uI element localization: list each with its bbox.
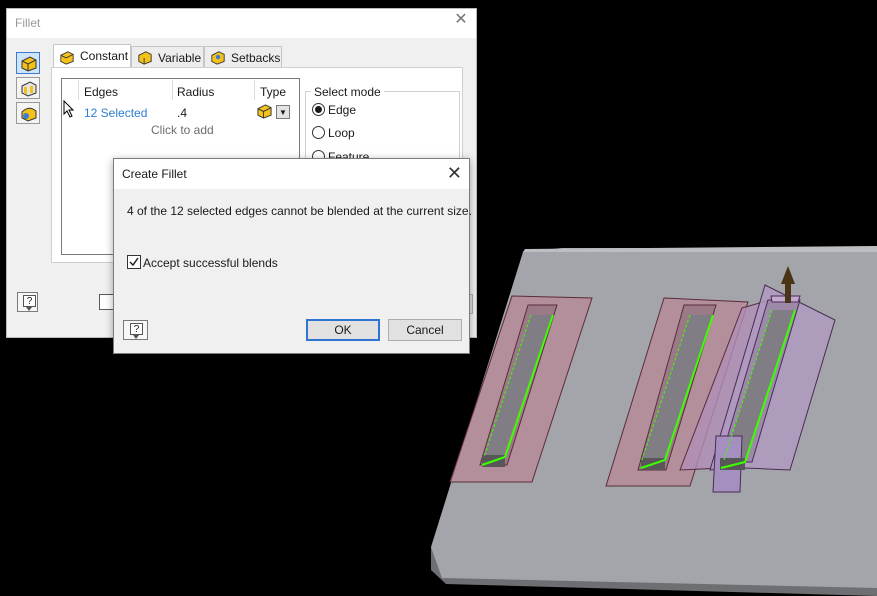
tab-setbacks-label: Setbacks xyxy=(231,51,281,65)
warning-message: 4 of the 12 selected edges cannot be ble… xyxy=(127,204,472,218)
accept-blends-checkbox[interactable] xyxy=(127,255,141,269)
mouse-cursor-icon xyxy=(63,100,75,118)
edge-fillet-icon xyxy=(21,56,37,72)
type-column-header: Type xyxy=(260,85,287,99)
full-round-fillet-icon xyxy=(21,107,37,122)
radio-edge[interactable] xyxy=(312,103,325,116)
variable-fillet-icon xyxy=(138,51,152,65)
accept-blends-label[interactable]: Accept successful blends xyxy=(143,256,278,270)
create-fillet-titlebar: Create Fillet ✕ xyxy=(114,159,469,189)
tangent-fillet-icon xyxy=(257,104,272,119)
edges-column-header: Edges xyxy=(84,85,119,99)
radio-edge-label: Edge xyxy=(328,103,357,117)
help-icon: ? xyxy=(130,323,143,335)
cancel-button[interactable]: Cancel xyxy=(388,319,462,341)
radio-loop[interactable] xyxy=(312,126,325,139)
close-icon[interactable]: ✕ xyxy=(454,12,468,28)
direction-arrow-shaft xyxy=(785,283,791,303)
fillet-type-dropdown[interactable]: ▼ xyxy=(256,103,292,121)
tab-variable-label: Variable xyxy=(158,51,202,65)
chevron-down-icon[interactable]: ▼ xyxy=(276,105,290,119)
tab-variable[interactable]: Variable xyxy=(131,46,204,68)
face-fillet-icon xyxy=(21,81,37,97)
click-to-add-row[interactable]: Click to add xyxy=(151,123,214,137)
radius-column-header: Radius xyxy=(177,85,215,99)
radio-loop-label: Loop xyxy=(328,126,355,140)
fillet-help-button[interactable]: ? xyxy=(17,292,38,312)
fillet-type-toolbar xyxy=(16,52,42,127)
edge-fillet-button[interactable] xyxy=(16,52,40,74)
create-fillet-help-button[interactable]: ? xyxy=(123,320,148,340)
help-icon: ? xyxy=(23,295,36,307)
tab-setbacks[interactable]: Setbacks xyxy=(204,46,282,68)
setbacks-icon xyxy=(211,51,225,65)
create-fillet-dialog: Create Fillet ✕ 4 of the 12 selected edg… xyxy=(113,158,472,354)
full-round-fillet-button[interactable] xyxy=(16,102,40,124)
tab-constant[interactable]: Constant xyxy=(53,44,131,69)
tab-constant-label: Constant xyxy=(80,49,129,63)
fillet-titlebar: Fillet ✕ xyxy=(7,9,476,38)
edges-selected-cell[interactable]: 12 Selected xyxy=(84,106,147,120)
fillet-dialog-title: Fillet xyxy=(15,16,41,30)
select-mode-legend: Select mode xyxy=(311,85,384,99)
ok-button[interactable]: OK xyxy=(306,319,380,341)
radius-cell[interactable]: .4 xyxy=(177,106,187,120)
create-fillet-title: Create Fillet xyxy=(122,167,187,181)
close-icon[interactable]: ✕ xyxy=(447,164,462,182)
checkmark-icon xyxy=(129,257,139,267)
constant-fillet-icon xyxy=(60,51,74,65)
face-fillet-button[interactable] xyxy=(16,77,40,99)
